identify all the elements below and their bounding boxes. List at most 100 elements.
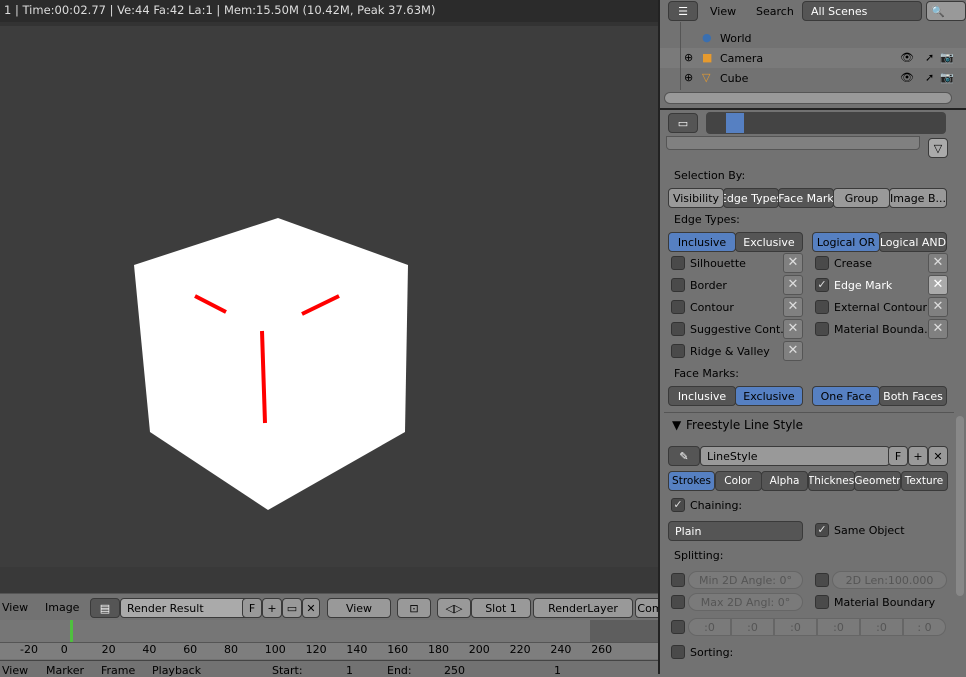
menu-playback[interactable]: Playback — [152, 664, 201, 677]
exclude-x-icon[interactable]: ✕ — [783, 253, 803, 273]
dash-checkbox[interactable] — [671, 620, 685, 634]
chaining-checkbox[interactable]: ✓ — [671, 498, 685, 512]
edge-type-checkbox[interactable] — [671, 300, 685, 314]
visibility-toggle[interactable]: Visibility — [668, 188, 724, 208]
menu-view[interactable]: View — [710, 5, 736, 18]
render-layer-tab[interactable] — [726, 113, 744, 133]
dash-gap-field[interactable]: : 0 — [903, 618, 946, 636]
face-exclusive-button[interactable]: Exclusive — [735, 386, 803, 406]
image-browse-icon[interactable]: ▤ — [90, 598, 120, 618]
expand-icon[interactable]: ⊕ — [684, 51, 693, 64]
menu-view[interactable]: View — [2, 601, 28, 614]
max-angle-checkbox[interactable] — [671, 595, 685, 609]
start-label[interactable]: Start: — [272, 664, 303, 677]
search-icon[interactable]: 🔍 — [926, 1, 966, 21]
linestyle-browse-icon[interactable]: ✎ — [668, 446, 700, 466]
min-angle-field[interactable]: Min 2D Angle: 0° — [688, 571, 803, 589]
edge-type-checkbox[interactable] — [671, 344, 685, 358]
both-faces-button[interactable]: Both Faces — [879, 386, 947, 406]
exclude-x-icon[interactable]: ✕ — [783, 319, 803, 339]
open-image-icon[interactable]: ▭ — [282, 598, 302, 618]
scene-filter-dropdown[interactable]: All Scenes — [802, 1, 922, 21]
same-object-checkbox[interactable]: ✓ — [815, 523, 829, 537]
edge-type-checkbox[interactable] — [815, 256, 829, 270]
face-mark-toggle[interactable]: Face Mark — [778, 188, 834, 208]
cursor-icon[interactable]: ➚ — [925, 51, 934, 64]
eye-icon[interactable]: 👁 — [900, 51, 914, 64]
logical-or-button[interactable]: Logical OR — [812, 232, 880, 252]
unlink-icon[interactable]: ✕ — [302, 598, 320, 618]
exclude-x-icon[interactable]: ✕ — [928, 297, 948, 317]
view-dropdown[interactable]: View — [327, 598, 391, 618]
cursor-icon[interactable]: ➚ — [925, 71, 934, 84]
render-icon[interactable]: 📷 — [940, 51, 954, 64]
pivot-icon[interactable]: ⊡ — [397, 598, 431, 618]
render-layer-dropdown[interactable]: RenderLayer — [533, 598, 633, 618]
add-linestyle-icon[interactable]: + — [908, 446, 928, 466]
current-frame-indicator[interactable] — [70, 620, 73, 642]
len-field[interactable]: 2D Len:100.000 — [832, 571, 947, 589]
edge-type-checkbox[interactable] — [671, 322, 685, 336]
dash-gap-field[interactable]: :0 — [774, 618, 817, 636]
eye-icon[interactable]: 👁 — [900, 71, 914, 84]
edge-type-checkbox[interactable] — [671, 256, 685, 270]
editor-type-icon[interactable]: ▭ — [668, 113, 698, 133]
dash-gap-field[interactable]: :0 — [860, 618, 903, 636]
exclude-x-icon[interactable]: ✕ — [783, 275, 803, 295]
edge-inclusive-button[interactable]: Inclusive — [668, 232, 736, 252]
len-checkbox[interactable] — [815, 573, 829, 587]
outliner-item-cube[interactable]: Cube — [720, 72, 748, 85]
sorting-checkbox[interactable] — [671, 645, 685, 659]
material-boundary-checkbox[interactable] — [815, 595, 829, 609]
end-label[interactable]: End: — [387, 664, 412, 677]
render-viewport[interactable] — [0, 22, 658, 567]
expand-icon[interactable]: ⊕ — [684, 71, 693, 84]
linestyle-tab[interactable]: Strokes — [668, 471, 715, 491]
new-image-icon[interactable]: + — [262, 598, 282, 618]
end-frame[interactable]: 250 — [444, 664, 465, 677]
menu-frame[interactable]: Frame — [101, 664, 135, 677]
editor-type-icon[interactable]: ☰ — [668, 1, 698, 21]
edge-types-toggle[interactable]: Edge Types — [723, 188, 779, 208]
menu-view[interactable]: View — [2, 664, 28, 677]
dash-gap-field[interactable]: :0 — [731, 618, 774, 636]
menu-image[interactable]: Image — [45, 601, 79, 614]
outliner-item-world[interactable]: World — [720, 32, 752, 45]
menu-search[interactable]: Search — [756, 5, 794, 18]
image-name-field[interactable]: Render Result — [120, 598, 260, 618]
edge-type-checkbox[interactable] — [671, 278, 685, 292]
max-angle-field[interactable]: Max 2D Angl: 0° — [688, 593, 803, 611]
edge-type-checkbox[interactable] — [815, 300, 829, 314]
exclude-x-icon[interactable]: ✕ — [928, 319, 948, 339]
dash-gap-field[interactable]: :0 — [817, 618, 860, 636]
timeline[interactable] — [0, 620, 658, 642]
fake-user-button[interactable]: F — [888, 446, 908, 466]
linestyle-tab[interactable]: Color — [714, 471, 762, 491]
slot-arrows-icon[interactable]: ◁▷ — [437, 598, 471, 618]
linestyle-tab[interactable]: Geometr — [854, 471, 901, 491]
fake-user-button[interactable]: F — [242, 598, 262, 618]
exclude-x-icon[interactable]: ✕ — [928, 253, 948, 273]
current-frame-field[interactable]: 1 — [554, 664, 561, 677]
edge-type-checkbox[interactable] — [815, 322, 829, 336]
edge-type-checkbox[interactable]: ✓ — [815, 278, 829, 292]
start-frame[interactable]: 1 — [346, 664, 353, 677]
linestyle-name-field[interactable]: LineStyle — [700, 446, 890, 466]
panel-collapse-icon[interactable]: ▼ — [672, 418, 681, 432]
linestyle-tab[interactable]: Thicknes — [807, 471, 855, 491]
chaining-mode-dropdown[interactable]: Plain — [668, 521, 803, 541]
linestyle-tab[interactable]: Texture — [900, 471, 948, 491]
render-icon[interactable]: 📷 — [940, 71, 954, 84]
linestyle-tab[interactable]: Alpha — [761, 471, 808, 491]
linestyle-panel-header[interactable]: Freestyle Line Style — [686, 418, 803, 432]
properties-scrollbar[interactable] — [956, 416, 964, 596]
menu-marker[interactable]: Marker — [46, 664, 84, 677]
slot-dropdown[interactable]: Slot 1 — [471, 598, 531, 618]
exclude-x-icon[interactable]: ✕ — [928, 275, 948, 295]
dash-gap-field[interactable]: :0 — [688, 618, 731, 636]
exclude-x-icon[interactable]: ✕ — [783, 297, 803, 317]
image-border-toggle[interactable]: Image B... — [889, 188, 947, 208]
logical-and-button[interactable]: Logical AND — [879, 232, 947, 252]
outliner-item-camera[interactable]: Camera — [720, 52, 763, 65]
face-inclusive-button[interactable]: Inclusive — [668, 386, 736, 406]
